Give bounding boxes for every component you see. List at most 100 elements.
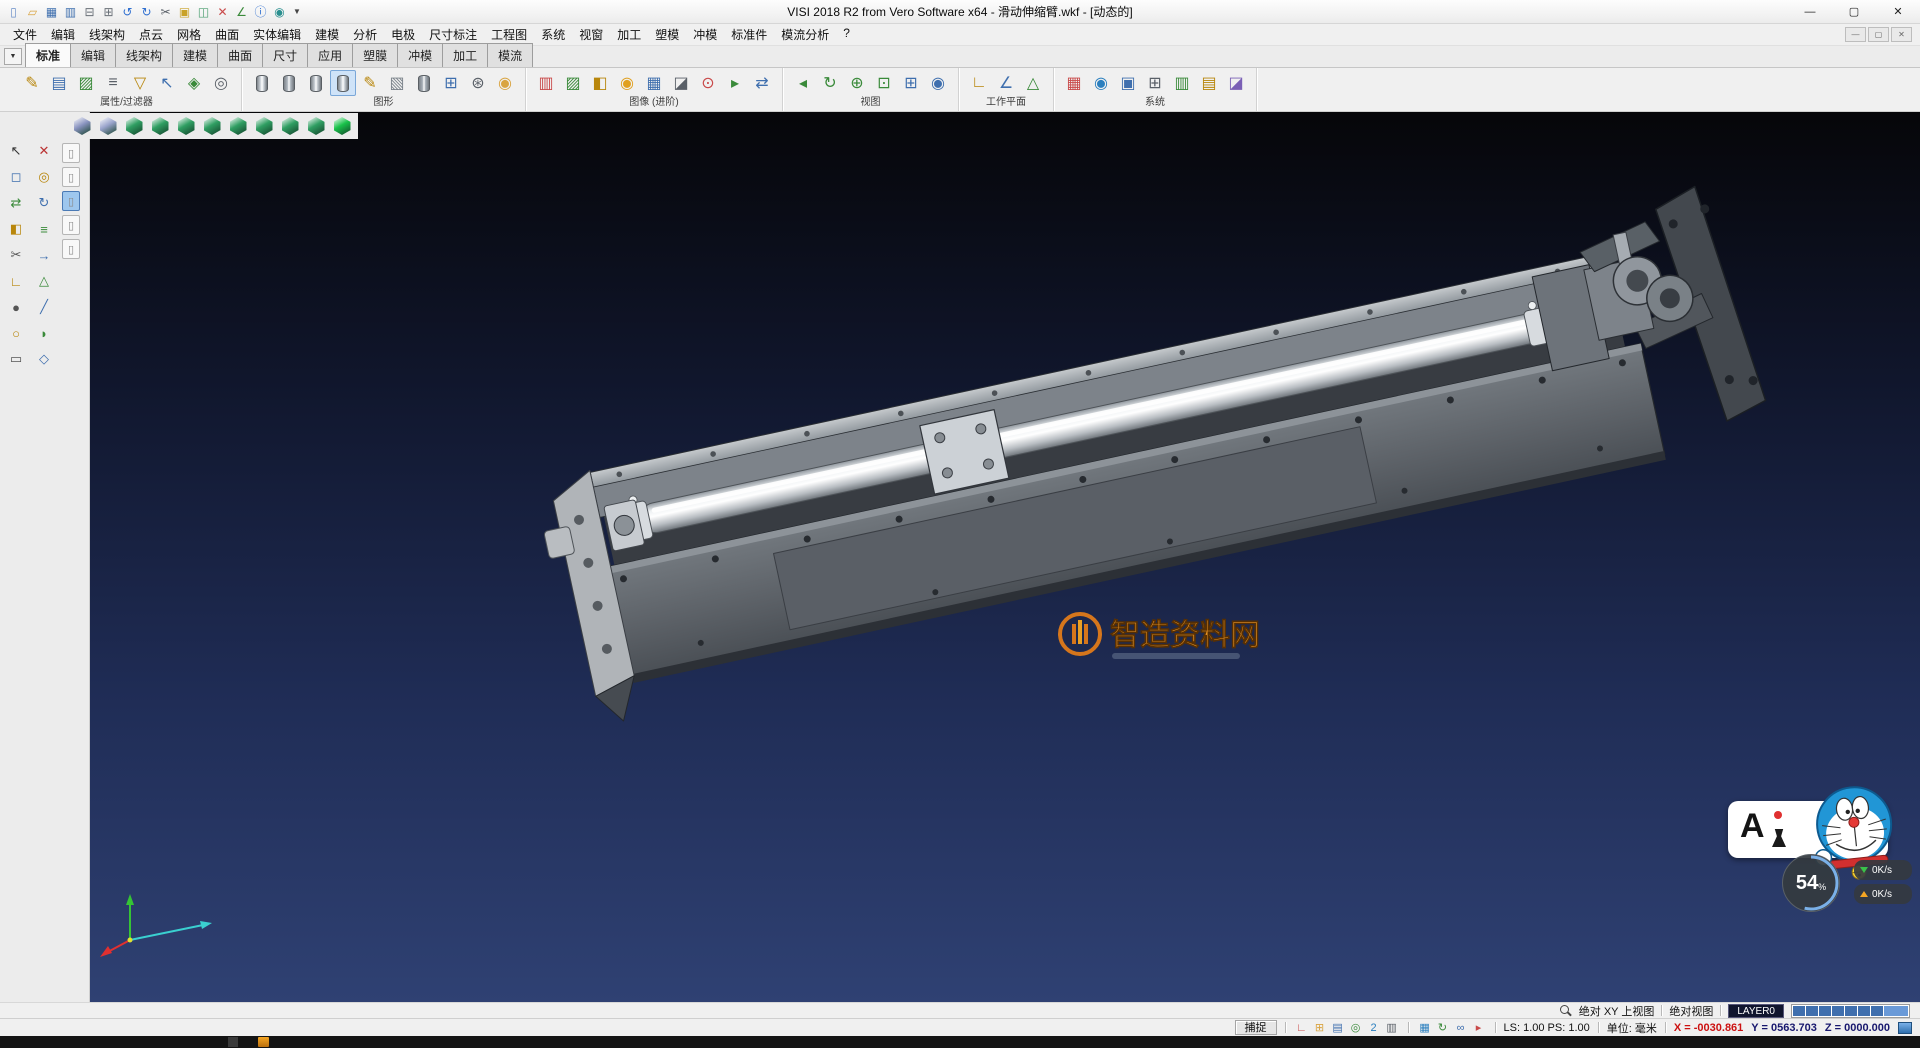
gear-icon[interactable]: ⊛ <box>465 70 491 96</box>
cut-icon[interactable]: ✂ <box>157 3 174 20</box>
light-icon[interactable]: ◉ <box>492 70 518 96</box>
filter-all-icon[interactable]: ▯ <box>62 239 80 259</box>
menu-item[interactable]: 曲面 <box>208 24 246 45</box>
menu-item[interactable]: ? <box>836 24 857 45</box>
menu-item[interactable]: 文件 <box>6 24 44 45</box>
move-tool-icon[interactable]: ⇄ <box>5 192 27 214</box>
database-icon[interactable]: ▥ <box>1169 70 1195 96</box>
progress-percent-badge[interactable]: 54 % <box>1782 854 1840 912</box>
snapshot-icon[interactable]: ⊙ <box>695 70 721 96</box>
menu-item[interactable]: 网格 <box>170 24 208 45</box>
shaded-mode-icon[interactable] <box>70 114 94 138</box>
zoom-window-icon[interactable]: ⊡ <box>871 70 897 96</box>
extend-tool-icon[interactable]: → <box>33 244 55 266</box>
flag-icon[interactable]: ▸ <box>1471 1020 1487 1036</box>
bounding-box-icon[interactable]: ▧ <box>384 70 410 96</box>
iso-view-icon[interactable] <box>122 114 146 138</box>
color-table-icon[interactable]: ▦ <box>1061 70 1087 96</box>
tab[interactable]: 曲面 <box>217 43 263 67</box>
print-preview-icon[interactable]: ⊞ <box>100 3 117 20</box>
view-lock-label[interactable]: 绝对 XY 上视图 <box>1579 1003 1655 1019</box>
point-tool-icon[interactable]: ● <box>5 296 27 318</box>
color-swatch[interactable] <box>1819 1006 1831 1016</box>
mdi-minimize-button[interactable]: — <box>1845 27 1866 42</box>
update-icon[interactable]: ↻ <box>1435 1020 1451 1036</box>
zoom-window-tool-icon[interactable]: ◻ <box>5 166 27 188</box>
rotate-tool-icon[interactable]: ↻ <box>33 192 55 214</box>
trim-tool-icon[interactable]: ✂ <box>5 244 27 266</box>
wireframe-mode-icon[interactable] <box>96 114 120 138</box>
filter-wireframe-icon[interactable]: ▯ <box>62 191 80 211</box>
refresh-view-icon[interactable]: ↻ <box>817 70 843 96</box>
lighting-icon[interactable]: ◉ <box>614 70 640 96</box>
pair-cylinders-icon[interactable] <box>411 70 437 96</box>
search-icon[interactable] <box>1560 1005 1572 1017</box>
rectangle-tool-icon[interactable]: ▭ <box>5 348 27 370</box>
menu-item[interactable]: 标准件 <box>724 24 774 45</box>
snap-point-tool-icon[interactable]: ◎ <box>33 166 55 188</box>
polygon-tool-icon[interactable]: ◇ <box>33 348 55 370</box>
profile-icon[interactable]: ▤ <box>1330 1020 1346 1036</box>
texture-icon[interactable]: ▨ <box>560 70 586 96</box>
workplane-view-icon[interactable]: △ <box>1020 70 1046 96</box>
menu-item[interactable]: 线架构 <box>82 24 132 45</box>
color-filter-icon[interactable]: ▨ <box>73 70 99 96</box>
color-swatch[interactable] <box>1871 1006 1883 1016</box>
color-swatch[interactable] <box>1806 1006 1818 1016</box>
save-icon[interactable]: ▦ <box>43 3 60 20</box>
active-layer-badge[interactable]: LAYER0 <box>1728 1004 1784 1018</box>
layers-icon[interactable]: ▤ <box>46 70 72 96</box>
menu-item[interactable]: 视窗 <box>572 24 610 45</box>
hidden-line-icon[interactable] <box>303 70 329 96</box>
maximize-button[interactable]: ▢ <box>1832 0 1876 23</box>
back-view-icon[interactable] <box>252 114 276 138</box>
delete-icon[interactable]: ✕ <box>214 3 231 20</box>
filter-surfaces-icon[interactable]: ▯ <box>62 167 80 187</box>
tab[interactable]: 冲模 <box>397 43 443 67</box>
status-end-icon[interactable] <box>1898 1022 1912 1034</box>
dynamic-shading-icon[interactable] <box>330 70 356 96</box>
mdi-restore-button[interactable]: ▢ <box>1868 27 1889 42</box>
units-readout[interactable]: 单位: 毫米 <box>1607 1020 1657 1036</box>
menu-item[interactable]: 分析 <box>346 24 384 45</box>
zoom-all-icon[interactable]: ⊕ <box>844 70 870 96</box>
display-settings-icon[interactable]: ▣ <box>1115 70 1141 96</box>
chamfer-tool-icon[interactable]: △ <box>33 270 55 292</box>
measure-icon[interactable]: ∠ <box>233 3 250 20</box>
undo-icon[interactable]: ↺ <box>119 3 136 20</box>
mdi-close-button[interactable]: ✕ <box>1891 27 1912 42</box>
animation-icon[interactable]: ▸ <box>722 70 748 96</box>
ucs-icon[interactable]: ∟ <box>1294 1020 1310 1036</box>
open-folder-icon[interactable]: ▱ <box>24 3 41 20</box>
tab[interactable]: 模流 <box>487 43 533 67</box>
absolute-view-label[interactable]: 绝对视图 <box>1669 1003 1713 1019</box>
taskbar-tile[interactable] <box>228 1037 238 1047</box>
material-icon[interactable]: ◧ <box>587 70 613 96</box>
viewport-canvas[interactable]: 智造资料网 <box>90 112 1920 1002</box>
analysis-icon[interactable]: ◪ <box>1223 70 1249 96</box>
tab-dropdown-icon[interactable]: ▼ <box>4 48 22 65</box>
minimize-button[interactable]: — <box>1788 0 1832 23</box>
color-swatch[interactable] <box>1793 1006 1805 1016</box>
bottom-view-icon[interactable] <box>278 114 302 138</box>
previous-view-icon[interactable]: ◂ <box>790 70 816 96</box>
tab[interactable]: 线架构 <box>115 43 173 67</box>
download-widget[interactable]: A 54 % 0K/s 0K/s <box>1726 784 1920 922</box>
visibility-filter-icon[interactable]: ◎ <box>208 70 234 96</box>
menu-item[interactable]: 加工 <box>610 24 648 45</box>
iso-back-view-icon[interactable] <box>304 114 328 138</box>
background-icon[interactable]: ▦ <box>641 70 667 96</box>
report-icon[interactable]: ▤ <box>1196 70 1222 96</box>
menu-item[interactable]: 实体编辑 <box>246 24 308 45</box>
linetype-filter-icon[interactable]: ≡ <box>100 70 126 96</box>
menu-item[interactable]: 系统 <box>534 24 572 45</box>
menu-item[interactable]: 工程图 <box>484 24 534 45</box>
attribute-edit-icon[interactable]: ✎ <box>19 70 45 96</box>
snap-toggle-button[interactable]: 捕捉 <box>1235 1020 1277 1035</box>
menu-item[interactable]: 建模 <box>308 24 346 45</box>
tab[interactable]: 加工 <box>442 43 488 67</box>
color-swatch[interactable] <box>1845 1006 1857 1016</box>
delete-tool-icon[interactable]: ✕ <box>33 140 55 162</box>
menu-item[interactable]: 尺寸标注 <box>422 24 484 45</box>
group-filter-icon[interactable]: ◈ <box>181 70 207 96</box>
